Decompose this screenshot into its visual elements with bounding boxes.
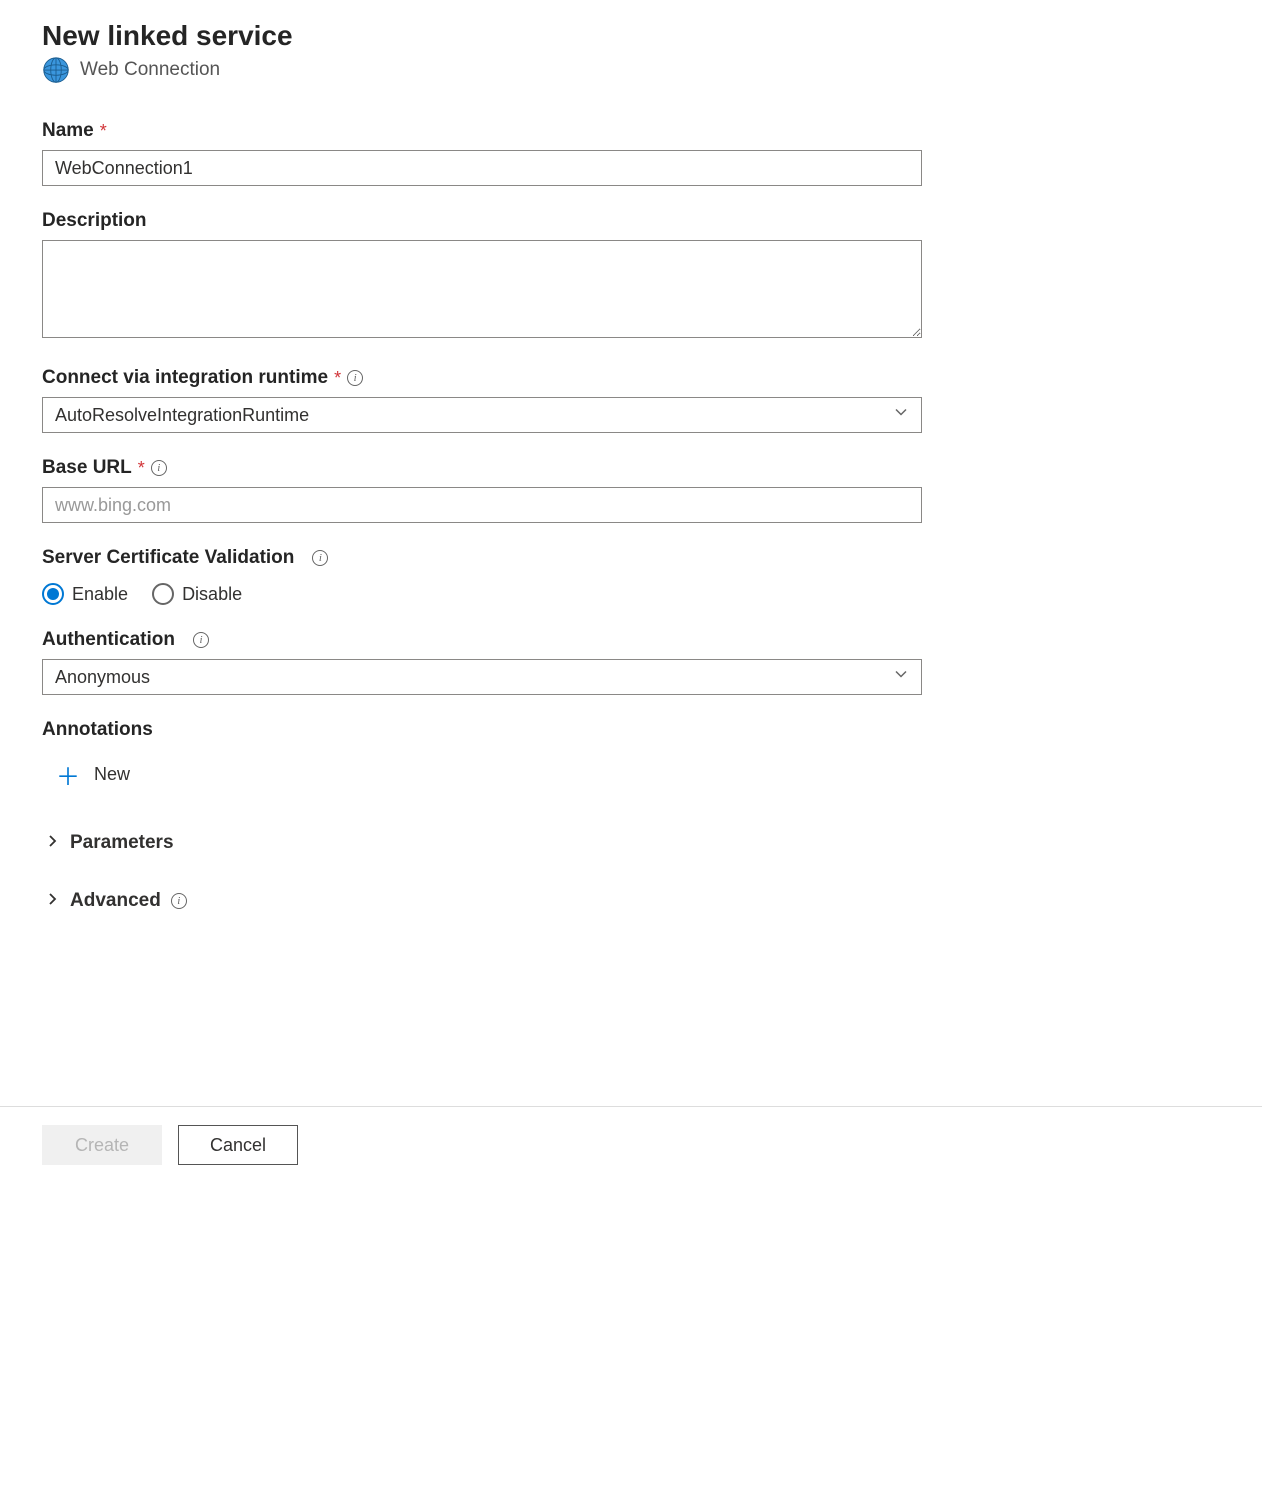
create-button[interactable]: Create (42, 1125, 162, 1165)
required-star-icon: * (100, 121, 107, 142)
add-annotation-button[interactable]: ＋ New (42, 749, 1220, 800)
radio-disable-label: Disable (182, 584, 242, 605)
base-url-label: Base URL (42, 457, 132, 479)
plus-icon: ＋ (56, 757, 80, 792)
integration-runtime-label: Connect via integration runtime (42, 367, 328, 389)
info-icon[interactable]: i (171, 893, 187, 909)
footer: Create Cancel (0, 1106, 1262, 1183)
radio-disable[interactable]: Disable (152, 583, 242, 605)
subtitle-text: Web Connection (80, 59, 220, 81)
name-input[interactable] (42, 150, 922, 186)
required-star-icon: * (138, 458, 145, 479)
parameters-label: Parameters (70, 832, 174, 854)
base-url-input[interactable] (42, 487, 922, 523)
add-annotation-label: New (94, 764, 130, 785)
page-title: New linked service (42, 20, 1220, 52)
radio-unselected-icon (152, 583, 174, 605)
description-input[interactable] (42, 240, 922, 338)
subtitle-row: Web Connection (42, 56, 1220, 84)
description-label: Description (42, 210, 147, 232)
info-icon[interactable]: i (193, 632, 209, 648)
parameters-section[interactable]: Parameters (42, 824, 1220, 862)
authentication-select[interactable]: Anonymous (42, 659, 922, 695)
info-icon[interactable]: i (151, 460, 167, 476)
radio-selected-icon (42, 583, 64, 605)
radio-enable[interactable]: Enable (42, 583, 128, 605)
authentication-label: Authentication (42, 629, 175, 651)
advanced-section[interactable]: Advanced i (42, 882, 1220, 920)
info-icon[interactable]: i (312, 550, 328, 566)
radio-enable-label: Enable (72, 584, 128, 605)
chevron-right-icon (46, 834, 60, 853)
chevron-right-icon (46, 892, 60, 911)
advanced-label: Advanced (70, 890, 161, 912)
cancel-button[interactable]: Cancel (178, 1125, 298, 1165)
server-cert-label: Server Certificate Validation (42, 547, 294, 569)
annotations-label: Annotations (42, 719, 153, 741)
integration-runtime-select[interactable]: AutoResolveIntegrationRuntime (42, 397, 922, 433)
globe-icon (42, 56, 70, 84)
name-label: Name (42, 120, 94, 142)
required-star-icon: * (334, 368, 341, 389)
info-icon[interactable]: i (347, 370, 363, 386)
